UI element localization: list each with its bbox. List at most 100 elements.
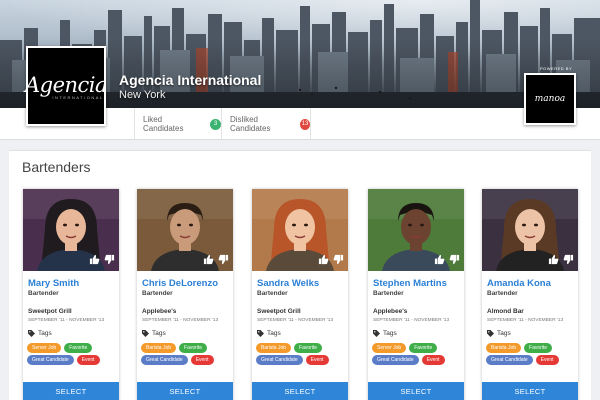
tag-pill[interactable]: Great Candidate xyxy=(141,355,188,365)
tags-header: Tags xyxy=(373,330,397,337)
candidate-dates: SEPTEMBER '11 - NOVEMBER '13 xyxy=(373,318,450,323)
rating-controls xyxy=(317,253,344,265)
tag-icon xyxy=(257,330,264,337)
tag-pill[interactable]: Favorite xyxy=(179,343,208,353)
tag-pill[interactable]: Barista Job xyxy=(486,343,522,353)
tag-list: Barista Job Favorite Great Candidate Event xyxy=(486,343,578,365)
rating-controls xyxy=(433,253,460,265)
tag-pill[interactable]: Event xyxy=(190,355,214,365)
candidate-venue: Almond Bar xyxy=(487,308,524,315)
candidate-venue: Applebee's xyxy=(373,308,408,315)
tag-pill[interactable]: Favorite xyxy=(409,343,438,353)
liked-count-badge: 3 xyxy=(210,118,221,130)
company-name: Agencia International xyxy=(119,72,262,88)
tags-header: Tags xyxy=(28,330,52,337)
tag-pill[interactable]: Great Candidate xyxy=(486,355,533,365)
disliked-count-badge: 13 xyxy=(300,118,310,130)
candidate-card: Mary Smith Bartender Sweetpot Grill SEPTEMB… xyxy=(23,189,119,400)
candidate-name[interactable]: Sandra Welks xyxy=(257,278,319,289)
thumbs-down-icon[interactable] xyxy=(448,253,460,265)
liked-candidates-tab[interactable]: Liked Candidates 3 xyxy=(134,108,221,140)
thumbs-up-icon[interactable] xyxy=(317,253,329,265)
tag-list: Barista Job Favorite Great Candidate Event xyxy=(141,343,233,365)
tag-pill[interactable]: Server Job xyxy=(27,343,62,353)
candidate-card: Amanda Kona Bartender Almond Bar SEPTEMBER … xyxy=(482,189,578,400)
candidate-dates: SEPTEMBER '11 - NOVEMBER '13 xyxy=(142,318,219,323)
candidate-dates: SEPTEMBER '11 - NOVEMBER '13 xyxy=(257,318,334,323)
select-button[interactable]: SELECT xyxy=(482,382,578,400)
powered-by-label: POWERED BY xyxy=(540,66,573,71)
candidate-venue: Sweetpot Grill xyxy=(28,308,72,315)
company-logo: Agencia INTERNATIONAL xyxy=(24,46,108,126)
candidate-role: Bartender xyxy=(28,290,59,297)
tags-label: Tags xyxy=(383,330,397,337)
tag-pill[interactable]: Event xyxy=(535,355,559,365)
tag-pill[interactable]: Barista Job xyxy=(256,343,292,353)
tag-pill[interactable]: Barista Job xyxy=(141,343,177,353)
tag-pill[interactable]: Server Job xyxy=(372,343,407,353)
candidate-role: Bartender xyxy=(487,290,518,297)
partner-logo-text: manoa xyxy=(534,94,566,104)
disliked-candidates-tab[interactable]: Disliked Candidates 13 xyxy=(221,108,311,140)
company-city: New York xyxy=(119,89,166,101)
thumbs-up-icon[interactable] xyxy=(88,253,100,265)
company-logo-text: Agencia xyxy=(24,72,108,97)
candidate-card: Chris DeLorenzo Bartender Applebee's SEPTEM… xyxy=(137,189,233,400)
thumbs-down-icon[interactable] xyxy=(103,253,115,265)
select-button[interactable]: SELECT xyxy=(368,382,464,400)
candidate-name[interactable]: Amanda Kona xyxy=(487,278,551,289)
candidate-name[interactable]: Stephen Martins xyxy=(373,278,447,289)
tag-icon xyxy=(28,330,35,337)
select-button[interactable]: SELECT xyxy=(137,382,233,400)
candidate-dates: SEPTEMBER '11 - NOVEMBER '13 xyxy=(487,318,564,323)
tag-icon xyxy=(373,330,380,337)
rating-controls xyxy=(547,253,574,265)
tag-pill[interactable]: Favorite xyxy=(524,343,553,353)
tags-header: Tags xyxy=(142,330,166,337)
rating-controls xyxy=(88,253,115,265)
tags-label: Tags xyxy=(267,330,281,337)
thumbs-down-icon[interactable] xyxy=(332,253,344,265)
company-logo-subtext: INTERNATIONAL xyxy=(52,94,104,100)
candidate-name[interactable]: Chris DeLorenzo xyxy=(142,278,218,289)
candidate-dates: SEPTEMBER '11 - NOVEMBER '13 xyxy=(28,318,105,323)
candidate-card: Stephen Martins Bartender Applebee's SEPTEM… xyxy=(368,189,464,400)
rating-controls xyxy=(202,253,229,265)
tag-pill[interactable]: Favorite xyxy=(294,343,323,353)
tag-icon xyxy=(487,330,494,337)
tags-header: Tags xyxy=(257,330,281,337)
candidate-card: Sandra Welks Bartender Sweetpot Grill SEPTE… xyxy=(252,189,348,400)
tag-pill[interactable]: Great Candidate xyxy=(256,355,303,365)
section-title: Bartenders xyxy=(22,159,91,175)
candidate-venue: Applebee's xyxy=(142,308,177,315)
tag-pill[interactable]: Event xyxy=(305,355,329,365)
tag-pill[interactable]: Event xyxy=(76,355,100,365)
liked-candidates-label: Liked Candidates xyxy=(143,115,184,133)
tag-pill[interactable]: Favorite xyxy=(64,343,93,353)
tags-label: Tags xyxy=(497,330,511,337)
thumbs-up-icon[interactable] xyxy=(547,253,559,265)
tag-pill[interactable]: Great Candidate xyxy=(27,355,74,365)
thumbs-down-icon[interactable] xyxy=(562,253,574,265)
partner-logo: manoa xyxy=(524,73,576,125)
thumbs-down-icon[interactable] xyxy=(217,253,229,265)
tag-icon xyxy=(142,330,149,337)
select-button[interactable]: SELECT xyxy=(252,382,348,400)
candidate-role: Bartender xyxy=(142,290,173,297)
tags-header: Tags xyxy=(487,330,511,337)
tag-list: Server Job Favorite Great Candidate Event xyxy=(27,343,119,365)
tag-list: Server Job Favorite Great Candidate Event xyxy=(372,343,464,365)
tags-label: Tags xyxy=(152,330,166,337)
tag-pill[interactable]: Event xyxy=(421,355,445,365)
tag-pill[interactable]: Great Candidate xyxy=(372,355,419,365)
candidates-section: Bartenders Mary Smith Bartender Sweetpot G… xyxy=(9,150,591,400)
thumbs-up-icon[interactable] xyxy=(202,253,214,265)
select-button[interactable]: SELECT xyxy=(23,382,119,400)
tags-label: Tags xyxy=(38,330,52,337)
candidate-role: Bartender xyxy=(257,290,288,297)
disliked-candidates-label: Disliked Candidates xyxy=(230,115,271,133)
candidate-name[interactable]: Mary Smith xyxy=(28,278,79,289)
thumbs-up-icon[interactable] xyxy=(433,253,445,265)
candidate-venue: Sweetpot Grill xyxy=(257,308,301,315)
tag-list: Barista Job Favorite Great Candidate Event xyxy=(256,343,348,365)
